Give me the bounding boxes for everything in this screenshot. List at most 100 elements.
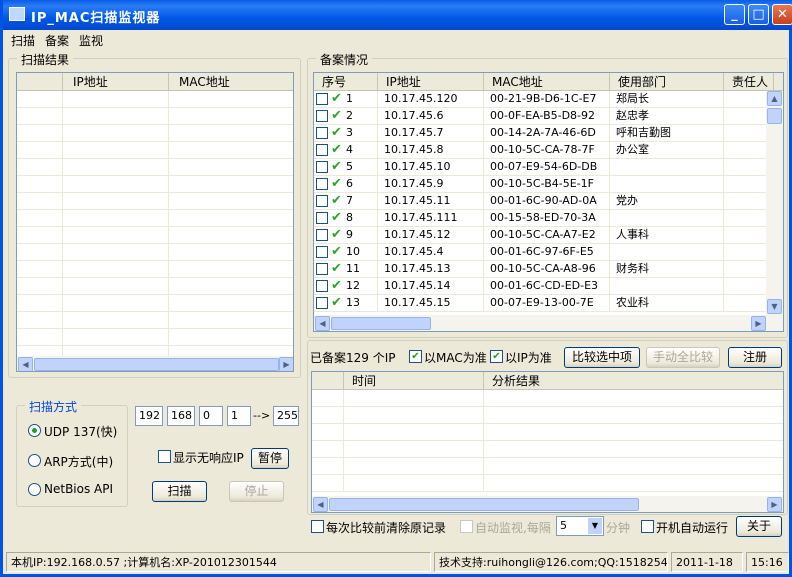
scroll-left-icon[interactable]: ◀ bbox=[18, 357, 33, 371]
scroll-thumb[interactable] bbox=[329, 498, 639, 511]
h-scrollbar[interactable]: ◀ ▶ bbox=[17, 356, 293, 371]
row-checkbox[interactable] bbox=[316, 263, 328, 275]
scroll-down-icon[interactable]: ▼ bbox=[767, 299, 782, 314]
auto-monitor-checkbox[interactable] bbox=[460, 520, 473, 533]
show-noresp-checkbox[interactable] bbox=[158, 450, 171, 463]
table-row[interactable]: ✔ 7 10.17.45.11 00-01-6C-90-AD-0A 党办 bbox=[314, 193, 783, 210]
col-mac[interactable]: MAC地址 bbox=[169, 73, 293, 91]
table-row[interactable]: ✔ 4 10.17.45.8 00-10-5C-CA-78-7F 办公室 bbox=[314, 142, 783, 159]
list-item[interactable] bbox=[312, 441, 783, 458]
h-scrollbar[interactable]: ◀ ▶ bbox=[314, 315, 783, 331]
scan-button[interactable]: 扫描 bbox=[152, 481, 207, 502]
list-item[interactable] bbox=[312, 390, 783, 407]
table-row[interactable]: ✔ 3 10.17.45.7 00-14-2A-7A-46-6D 呼和吉勤图 bbox=[314, 125, 783, 142]
table-row[interactable]: ✔ 10 10.17.45.4 00-01-6C-97-6F-E5 bbox=[314, 244, 783, 261]
row-checkbox[interactable] bbox=[316, 93, 328, 105]
list-item[interactable] bbox=[312, 458, 783, 475]
v-scroll-thumb[interactable] bbox=[767, 108, 782, 124]
row-checkbox[interactable] bbox=[316, 246, 328, 258]
scroll-right-icon[interactable]: ▶ bbox=[751, 316, 766, 331]
udp-radio[interactable] bbox=[28, 424, 41, 437]
maximize-button[interactable]: □ bbox=[748, 4, 769, 25]
ip-end[interactable]: 255 bbox=[273, 406, 299, 426]
table-row[interactable]: ✔ 9 10.17.45.12 00-10-5C-CA-A7-E2 人事科 bbox=[314, 227, 783, 244]
col-ip[interactable]: IP地址 bbox=[63, 73, 169, 91]
list-item[interactable] bbox=[17, 108, 293, 125]
manual-compare-button[interactable]: 手动全比较 bbox=[646, 347, 720, 368]
row-checkbox[interactable] bbox=[316, 110, 328, 122]
minimize-button[interactable]: _ bbox=[724, 4, 745, 25]
mac-checkbox[interactable]: ✔ bbox=[409, 350, 422, 363]
list-item[interactable] bbox=[312, 475, 783, 492]
row-checkbox[interactable] bbox=[316, 212, 328, 224]
list-item[interactable] bbox=[312, 407, 783, 424]
dropdown-icon[interactable]: ▼ bbox=[588, 518, 602, 534]
list-item[interactable] bbox=[17, 278, 293, 295]
row-checkbox[interactable] bbox=[316, 297, 328, 309]
col-result[interactable]: 分析结果 bbox=[484, 372, 783, 390]
menu-monitor[interactable]: 监视 bbox=[74, 30, 108, 51]
v-scrollbar[interactable]: ▲ ▼ bbox=[766, 91, 783, 315]
interval-select[interactable]: 5 ▼ bbox=[556, 516, 604, 536]
menu-record[interactable]: 备案 bbox=[40, 30, 74, 51]
list-item[interactable] bbox=[17, 142, 293, 159]
about-button[interactable]: 关于 bbox=[736, 516, 782, 537]
col-dept[interactable]: 使用部门 bbox=[610, 73, 724, 91]
analysis-grid[interactable]: 时间 分析结果 ◀ ▶ bbox=[311, 371, 784, 513]
row-checkbox[interactable] bbox=[316, 195, 328, 207]
col-owner[interactable]: 责任人 bbox=[724, 73, 774, 91]
list-item[interactable] bbox=[17, 176, 293, 193]
list-item[interactable] bbox=[17, 312, 293, 329]
col-time[interactable]: 时间 bbox=[344, 372, 484, 390]
list-item[interactable] bbox=[17, 227, 293, 244]
h-scrollbar[interactable]: ◀ ▶ bbox=[312, 496, 783, 512]
row-checkbox[interactable] bbox=[316, 280, 328, 292]
row-checkbox[interactable] bbox=[316, 161, 328, 173]
scroll-left-icon[interactable]: ◀ bbox=[315, 316, 330, 331]
table-row[interactable]: ✔ 11 10.17.45.13 00-10-5C-CA-A8-96 财务科 bbox=[314, 261, 783, 278]
ip-octet-4[interactable]: 1 bbox=[227, 406, 251, 426]
clear-checkbox[interactable] bbox=[311, 520, 324, 533]
list-item[interactable] bbox=[17, 329, 293, 346]
scroll-left-icon[interactable]: ◀ bbox=[313, 497, 328, 512]
startup-checkbox[interactable] bbox=[641, 520, 654, 533]
table-row[interactable]: ✔ 1 10.17.45.120 00-21-9B-D6-1C-E7 郑局长 bbox=[314, 91, 783, 108]
close-button[interactable]: ✕ bbox=[772, 4, 792, 25]
title-bar[interactable]: IP_MAC扫描监视器 _ □ ✕ bbox=[3, 0, 792, 30]
row-checkbox[interactable] bbox=[316, 229, 328, 241]
scroll-right-icon[interactable]: ▶ bbox=[767, 497, 782, 512]
ip-octet-3[interactable]: 0 bbox=[199, 406, 223, 426]
stop-button[interactable]: 停止 bbox=[229, 481, 284, 502]
list-item[interactable] bbox=[17, 210, 293, 227]
ip-octet-2[interactable]: 168 bbox=[167, 406, 195, 426]
list-item[interactable] bbox=[17, 295, 293, 312]
table-row[interactable]: ✔ 13 10.17.45.15 00-07-E9-13-00-7E 农业科 bbox=[314, 295, 783, 312]
row-checkbox[interactable] bbox=[316, 144, 328, 156]
list-item[interactable] bbox=[17, 244, 293, 261]
list-item[interactable] bbox=[17, 91, 293, 108]
menu-scan[interactable]: 扫描 bbox=[6, 30, 40, 51]
arp-radio[interactable] bbox=[28, 454, 41, 467]
scroll-right-icon[interactable]: ▶ bbox=[279, 357, 293, 371]
list-item[interactable] bbox=[17, 125, 293, 142]
list-item[interactable] bbox=[17, 261, 293, 278]
table-row[interactable]: ✔ 6 10.17.45.9 00-10-5C-B4-5E-1F bbox=[314, 176, 783, 193]
ip-checkbox[interactable]: ✔ bbox=[490, 350, 503, 363]
list-item[interactable] bbox=[17, 159, 293, 176]
scan-results-grid[interactable]: IP地址 MAC地址 ◀ ▶ bbox=[16, 72, 294, 372]
row-checkbox[interactable] bbox=[316, 178, 328, 190]
table-row[interactable]: ✔ 12 10.17.45.14 00-01-6C-CD-ED-E3 bbox=[314, 278, 783, 295]
col-no[interactable]: 序号 bbox=[314, 73, 378, 91]
list-item[interactable] bbox=[312, 424, 783, 441]
compare-selected-button[interactable]: 比较选中项 bbox=[564, 347, 640, 368]
ip-octet-1[interactable]: 192 bbox=[135, 406, 163, 426]
netbios-radio[interactable] bbox=[28, 483, 41, 496]
scroll-up-icon[interactable]: ▲ bbox=[767, 91, 782, 106]
row-checkbox[interactable] bbox=[316, 127, 328, 139]
record-grid[interactable]: 序号 IP地址 MAC地址 使用部门 责任人 ✔ 1 10.17.45.120 00-… bbox=[313, 72, 784, 332]
table-row[interactable]: ✔ 8 10.17.45.111 00-15-58-ED-70-3A bbox=[314, 210, 783, 227]
table-row[interactable]: ✔ 5 10.17.45.10 00-07-E9-54-6D-DB bbox=[314, 159, 783, 176]
col-mac[interactable]: MAC地址 bbox=[484, 73, 610, 91]
scroll-thumb[interactable] bbox=[34, 358, 279, 371]
register-button[interactable]: 注册 bbox=[728, 347, 782, 368]
